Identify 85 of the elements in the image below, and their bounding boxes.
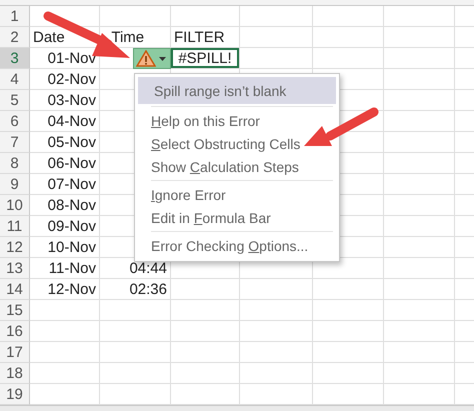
table-cell: [384, 258, 455, 279]
error-button[interactable]: [133, 48, 171, 69]
table-cell: [384, 216, 455, 237]
menu-item[interactable]: Edit in Formula Bar: [151, 206, 333, 229]
table-cell: [30, 321, 100, 342]
table-cell: 11-Nov: [30, 258, 100, 279]
table-cell: [313, 300, 384, 321]
row-header[interactable]: 12: [0, 237, 30, 258]
row-header[interactable]: 7: [0, 132, 30, 153]
table-cell: [100, 342, 171, 363]
table-cell: [384, 153, 455, 174]
row-header[interactable]: 4: [0, 69, 30, 90]
table-cell: 05-Nov: [30, 132, 100, 153]
table-cell: [171, 279, 240, 300]
table-cell: [313, 48, 384, 69]
menu-item[interactable]: Select Obstructing Cells: [151, 132, 333, 155]
row-header[interactable]: 2: [0, 27, 30, 48]
row-header[interactable]: 19: [0, 384, 30, 405]
table-cell: 08-Nov: [30, 195, 100, 216]
table-cell: [100, 363, 171, 384]
row-header[interactable]: 8: [0, 153, 30, 174]
table-cell: 09-Nov: [30, 216, 100, 237]
menu-item[interactable]: Help on this Error: [151, 109, 333, 132]
table-cell: 07-Nov: [30, 174, 100, 195]
table-cell: FILTER: [171, 27, 240, 48]
table-cell: [171, 321, 240, 342]
table-cell: 03-Nov: [30, 90, 100, 111]
table-cell: [313, 27, 384, 48]
menu-item[interactable]: Ignore Error: [151, 183, 333, 206]
table-cell: [30, 342, 100, 363]
table-cell: [384, 237, 455, 258]
table-cell: [384, 174, 455, 195]
menu-title: Spill range isn’t blank: [138, 77, 336, 104]
table-cell: [100, 321, 171, 342]
table-cell: [30, 300, 100, 321]
table-cell: [384, 132, 455, 153]
table-cell: 02:36: [100, 279, 171, 300]
table-cell: [100, 300, 171, 321]
table-cell: [313, 363, 384, 384]
row-header[interactable]: 14: [0, 279, 30, 300]
table-cell: [171, 300, 240, 321]
table-cell[interactable]: #SPILL!: [171, 48, 240, 69]
table-cell: 02-Nov: [30, 69, 100, 90]
table-cell: 06-Nov: [30, 153, 100, 174]
table-cell: [384, 342, 455, 363]
table-cell: [30, 6, 100, 27]
table-cell: [384, 6, 455, 27]
row-header[interactable]: 18: [0, 363, 30, 384]
row-header[interactable]: 16: [0, 321, 30, 342]
table-cell: [313, 321, 384, 342]
row-header[interactable]: 17: [0, 342, 30, 363]
row-header[interactable]: 15: [0, 300, 30, 321]
row-header[interactable]: 13: [0, 258, 30, 279]
row-header[interactable]: 6: [0, 111, 30, 132]
table-cell: [384, 48, 455, 69]
table-cell: [313, 6, 384, 27]
menu-item[interactable]: Error Checking Options...: [151, 234, 333, 257]
table-cell: [384, 195, 455, 216]
row-header[interactable]: 11: [0, 216, 30, 237]
row-header[interactable]: 5: [0, 90, 30, 111]
table-cell: 10-Nov: [30, 237, 100, 258]
table-cell: [171, 363, 240, 384]
table-cell: [384, 69, 455, 90]
row-header[interactable]: 10: [0, 195, 30, 216]
table-cell: [171, 342, 240, 363]
table-cell: [313, 342, 384, 363]
table-cell: [100, 6, 171, 27]
table-cell: [384, 111, 455, 132]
menu-item[interactable]: Show Calculation Steps: [151, 155, 333, 178]
table-cell: 12-Nov: [30, 279, 100, 300]
table-cell: [313, 279, 384, 300]
table-cell: [30, 363, 100, 384]
row-header[interactable]: 9: [0, 174, 30, 195]
table-cell: [384, 90, 455, 111]
row-header[interactable]: 3: [0, 48, 30, 69]
table-cell: [384, 300, 455, 321]
caret-icon: [159, 56, 166, 60]
table-cell: [384, 27, 455, 48]
table-cell: [384, 279, 455, 300]
warning-icon: [136, 50, 156, 67]
table-cell: 04-Nov: [30, 111, 100, 132]
table-cell: [384, 363, 455, 384]
table-cell: [384, 321, 455, 342]
row-header[interactable]: 1: [0, 6, 30, 27]
table-cell: [171, 6, 240, 27]
